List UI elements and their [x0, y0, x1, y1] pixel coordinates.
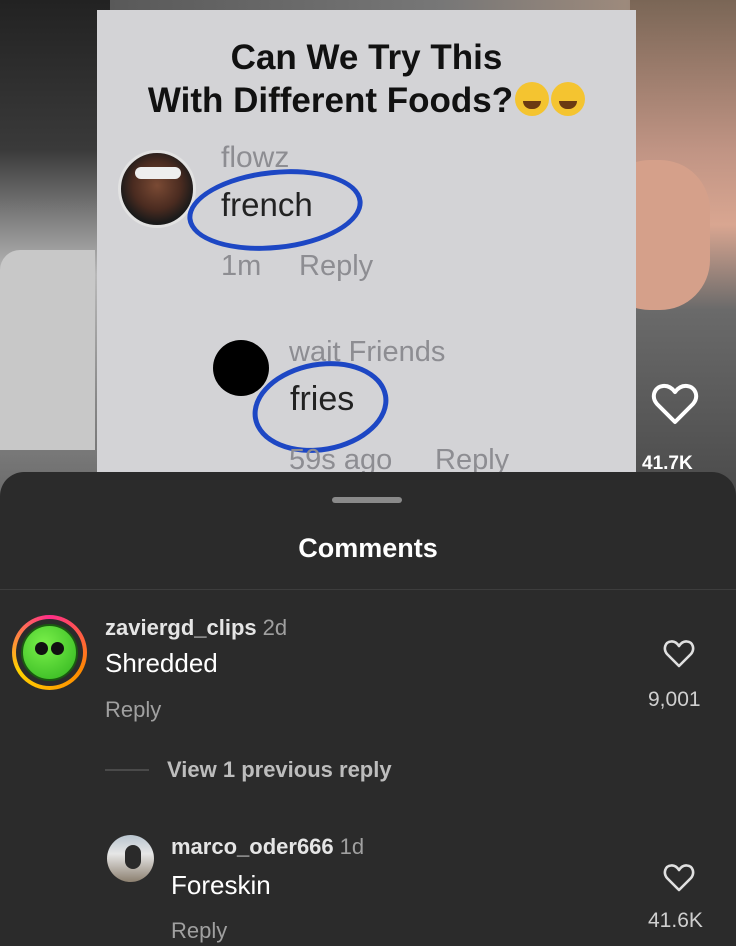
- reply-time: 1d: [339, 834, 365, 859]
- view-previous-replies-button[interactable]: View 1 previous reply: [167, 757, 392, 783]
- thread-line: [105, 769, 149, 771]
- background-machine: [0, 250, 95, 450]
- reply-username[interactable]: marco_oder666 1d: [171, 834, 364, 860]
- overlay-title-line1: Can We Try This: [230, 38, 503, 77]
- comment-reply-button[interactable]: Reply: [105, 697, 161, 723]
- comments-sheet: Comments zaviergd_clips 2d Shredded Reply…: [0, 472, 736, 946]
- avatar-inner: [16, 619, 83, 686]
- comment-username-text[interactable]: zaviergd_clips: [105, 615, 257, 640]
- green-smiley-avatar-icon: [21, 624, 78, 681]
- overlay-comment1-avatar: [118, 150, 196, 228]
- highlight-circle-1: [183, 161, 367, 259]
- rofl-emoji-icon: [551, 82, 586, 116]
- reply-like-count: 41.6K: [648, 909, 703, 932]
- heart-icon[interactable]: [651, 382, 699, 426]
- overlay-title: Can We Try This With Different Foods?: [97, 36, 636, 122]
- divider: [0, 589, 736, 590]
- video-player[interactable]: Can We Try This With Different Foods? fl…: [0, 0, 736, 500]
- avatar[interactable]: [12, 615, 87, 690]
- drag-handle[interactable]: [332, 497, 402, 503]
- overlay-comment2-avatar: [213, 340, 269, 396]
- reply-text: Foreskin: [171, 870, 271, 900]
- overlay-title-line2: With Different Foods?: [147, 81, 514, 120]
- overlay-comment1-time: 1m: [221, 250, 262, 282]
- overlay-card: Can We Try This With Different Foods? fl…: [97, 10, 636, 480]
- comment-text: Shredded: [105, 648, 218, 678]
- heart-icon[interactable]: [663, 639, 695, 669]
- reply-reply-button[interactable]: Reply: [171, 918, 227, 944]
- reply-username-text[interactable]: marco_oder666: [171, 834, 334, 859]
- avatar[interactable]: [107, 835, 154, 882]
- grinning-sweat-emoji-icon: [515, 82, 550, 116]
- heart-icon[interactable]: [663, 863, 695, 893]
- comments-title: Comments: [298, 533, 438, 563]
- comment-like-count: 9,001: [648, 688, 701, 711]
- comment-time: 2d: [262, 615, 288, 640]
- overlay-title-line2-wrap: With Different Foods?: [97, 79, 636, 122]
- comment-username[interactable]: zaviergd_clips 2d: [105, 615, 287, 641]
- overlay-comment1-reply: Reply: [299, 250, 374, 282]
